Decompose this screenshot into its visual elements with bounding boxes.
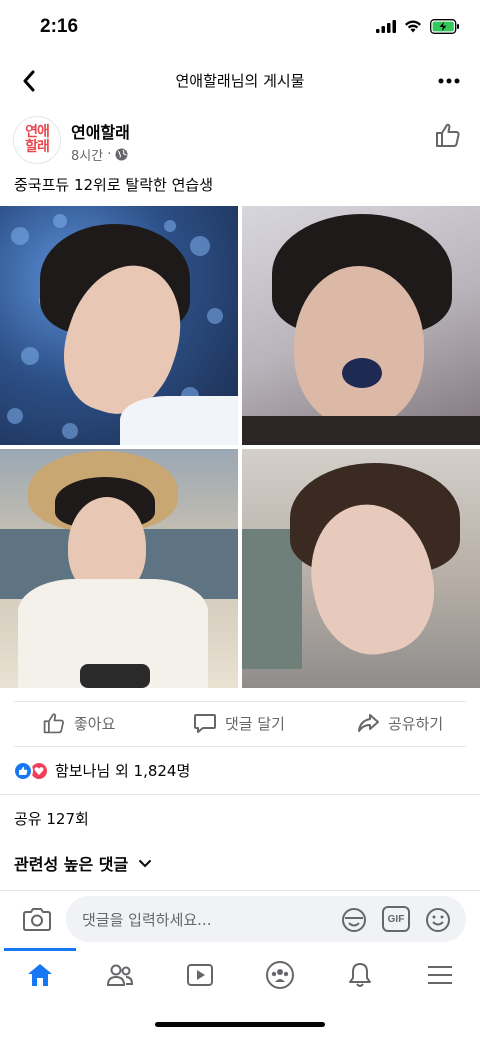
divider-reactions [0, 794, 480, 795]
status-icons [376, 19, 460, 34]
comment-label: 댓글 달기 [225, 714, 285, 733]
friends-icon [106, 964, 134, 986]
post-meta: 8시간 · [71, 145, 128, 164]
divider-bottom [14, 746, 466, 747]
photo-straw-hat[interactable] [0, 449, 238, 688]
comment-input[interactable]: 댓글을 입력하세요... GIF [66, 896, 466, 942]
share-button[interactable]: 공유하기 [356, 711, 443, 735]
avatar-text-line-1: 연애 [25, 124, 50, 140]
like-outline-icon [43, 713, 64, 734]
groups-icon [266, 961, 294, 989]
page-avatar[interactable]: 연애 할래 [13, 116, 61, 164]
photo-blueberry[interactable] [242, 206, 480, 445]
wifi-icon [405, 20, 421, 33]
nav-title: 연애할래님의 게시물 [175, 72, 305, 90]
post-header: 연애 할래 연애할래 8시간 · [0, 113, 480, 169]
share-count[interactable]: 공유 127회 [14, 808, 89, 829]
active-tab-indicator [4, 948, 76, 951]
portrait-face [294, 266, 424, 426]
tab-watch[interactable] [180, 958, 220, 992]
more-button[interactable] [434, 66, 464, 96]
avatar-text-line-2: 할래 [25, 139, 50, 155]
post-text: 중국프듀 12위로 탈락한 연습생 [14, 176, 213, 194]
like-button[interactable]: 좋아요 [42, 711, 115, 735]
tab-menu[interactable] [420, 958, 460, 992]
photo-smile[interactable] [242, 449, 480, 688]
menu-icon [428, 966, 452, 984]
more-horizontal-icon [438, 78, 460, 84]
like-outline-icon[interactable] [434, 121, 462, 149]
portrait-shirt [242, 416, 480, 445]
globe-icon [115, 148, 128, 161]
chevron-down-icon [139, 859, 152, 867]
tab-home[interactable] [20, 958, 60, 992]
notifications-icon [349, 963, 371, 987]
page-name[interactable]: 연애할래 [71, 119, 130, 143]
comment-composer: 댓글을 입력하세요... GIF [0, 890, 480, 948]
sticker-icon[interactable] [340, 906, 368, 934]
comment-button[interactable]: 댓글 달기 [193, 711, 285, 735]
tab-friends[interactable] [100, 958, 140, 992]
home-icon [28, 964, 52, 986]
comment-placeholder: 댓글을 입력하세요... [82, 911, 212, 929]
post-actions: 좋아요 댓글 달기 공유하기 [0, 701, 480, 745]
comment-sort-label: 관련성 높은 댓글 [14, 855, 129, 874]
binoculars-shape [80, 664, 150, 688]
comment-sort-dropdown[interactable]: 관련성 높은 댓글 [14, 851, 152, 875]
blueberry-shape [342, 358, 382, 388]
share-label: 공유하기 [388, 714, 444, 733]
meta-separator: · [107, 147, 112, 162]
watch-icon [187, 964, 213, 986]
reaction-count: 함보나님 외 1,824명 [55, 762, 191, 780]
tab-notifications[interactable] [340, 958, 380, 992]
photo-blue-flowers[interactable] [0, 206, 238, 445]
nav-bar: 연애할래님의 게시물 [0, 56, 480, 106]
signal-icon [376, 20, 396, 33]
camera-icon[interactable] [22, 905, 52, 933]
comment-icon [194, 714, 216, 733]
gif-button[interactable]: GIF [382, 906, 410, 932]
like-label: 좋아요 [74, 714, 116, 733]
status-time: 2:16 [40, 16, 79, 37]
tab-groups[interactable] [260, 958, 300, 992]
portrait-collar [120, 396, 238, 445]
emoji-icon[interactable] [424, 906, 452, 934]
post-time[interactable]: 8시간 [71, 145, 103, 164]
home-indicator[interactable] [155, 1022, 325, 1027]
share-icon [358, 714, 379, 732]
gif-label: GIF [387, 913, 405, 925]
bottom-tab-bar [0, 948, 480, 1004]
reaction-summary[interactable]: 함보나님 외 1,824명 [13, 760, 190, 781]
battery-charging-icon [430, 19, 459, 34]
status-bar: 2:16 [0, 0, 480, 56]
like-reaction-icon [13, 760, 33, 781]
